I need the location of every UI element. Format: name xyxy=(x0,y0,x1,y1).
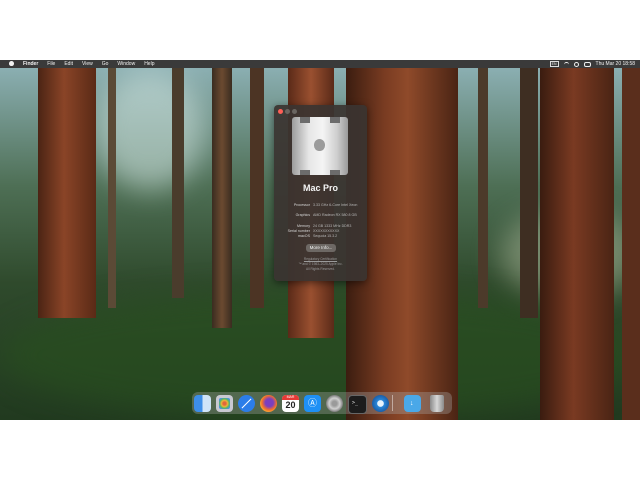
menu-view[interactable]: View xyxy=(82,61,93,67)
status-area: EN Thu Mar 20 18:58 xyxy=(545,60,635,68)
terminal-prompt: >_ xyxy=(352,400,359,406)
spec-row: Graphics AMD Radeon RX 580 8 GB xyxy=(276,213,364,217)
system-settings-icon[interactable] xyxy=(326,395,343,412)
tree-trunk xyxy=(540,68,614,420)
zoom-button[interactable] xyxy=(292,109,297,114)
calendar-icon[interactable]: MAR 20 xyxy=(282,395,299,412)
rights-text: All Rights Reserved. xyxy=(306,267,335,271)
tree-trunk xyxy=(108,68,116,308)
clock[interactable]: Thu Mar 20 18:58 xyxy=(596,61,635,67)
input-source-indicator[interactable]: EN xyxy=(549,61,559,67)
control-center-icon[interactable] xyxy=(583,61,591,67)
search-icon[interactable] xyxy=(573,61,579,67)
spec-label: Processor xyxy=(293,203,310,207)
spec-label: Memory xyxy=(297,224,310,228)
tree-trunk xyxy=(38,68,96,318)
download-arrow-icon: ↓ xyxy=(410,400,414,407)
about-this-mac-window: Mac Pro Processor 3.33 GHz 6-Core Intel … xyxy=(274,105,367,281)
app-store-glyph: Ⓐ xyxy=(308,398,318,408)
menu-help[interactable]: Help xyxy=(144,61,154,67)
close-button[interactable] xyxy=(278,109,283,114)
spec-value: 24 GB 1333 MHz DDR3 xyxy=(313,224,352,228)
spec-label: macOS xyxy=(298,234,310,238)
menu-bar: Finder File Edit View Go Window Help EN … xyxy=(0,60,640,68)
menu-go[interactable]: Go xyxy=(102,61,109,67)
apple-logo-icon xyxy=(9,60,14,66)
more-info-button[interactable]: More Info... xyxy=(306,244,336,252)
spec-row: Memory 24 GB 1333 MHz DDR3 xyxy=(276,224,364,228)
launchpad-icon[interactable] xyxy=(216,395,233,412)
foot-left xyxy=(300,170,310,175)
mac-pro-image xyxy=(292,117,348,175)
safari-icon[interactable] xyxy=(238,395,255,412)
other-app-icon[interactable] xyxy=(372,395,389,412)
wifi-icon[interactable] xyxy=(563,61,569,67)
foot-right xyxy=(330,170,340,175)
menu-edit[interactable]: Edit xyxy=(64,61,73,67)
model-name: Mac Pro xyxy=(302,183,338,193)
handle-left xyxy=(300,117,310,123)
spec-label: Serial number xyxy=(287,229,310,233)
spec-label: Graphics xyxy=(295,213,310,217)
terminal-icon[interactable]: >_ xyxy=(348,395,367,414)
apple-menu[interactable] xyxy=(9,60,14,68)
tree-trunk xyxy=(478,68,488,308)
spec-value: XXXXXXXXXXX xyxy=(313,229,340,233)
dock-divider xyxy=(392,395,393,411)
tree-trunk xyxy=(212,68,232,328)
trash-icon[interactable] xyxy=(430,395,444,412)
tree-trunk xyxy=(520,68,538,318)
desktop: Finder File Edit View Go Window Help EN … xyxy=(0,60,640,420)
spec-row: macOS Sequoia 15.3.2 xyxy=(276,234,364,238)
app-store-icon[interactable]: Ⓐ xyxy=(304,395,321,412)
spec-value: 3.33 GHz 6-Core Intel Xeon xyxy=(313,203,358,207)
tree-trunk xyxy=(172,68,184,298)
launchpad-grid xyxy=(219,398,230,409)
regulatory-link[interactable]: Regulatory Certification xyxy=(274,257,367,261)
spec-value: AMD Radeon RX 580 8 GB xyxy=(313,213,357,217)
minimize-button[interactable] xyxy=(285,109,290,114)
tree-trunk xyxy=(622,68,640,420)
finder-icon[interactable] xyxy=(194,395,211,412)
dock: MAR 20 Ⓐ >_ ↓ xyxy=(192,392,452,414)
downloads-folder-icon[interactable]: ↓ xyxy=(404,395,421,412)
spec-row: Processor 3.33 GHz 6-Core Intel Xeon xyxy=(276,203,364,207)
spec-value: Sequoia 15.3.2 xyxy=(313,234,338,238)
copyright-text: ™ and © 1983–2025 Apple Inc. xyxy=(298,262,343,266)
calendar-day: 20 xyxy=(285,400,296,410)
spec-row: Serial number XXXXXXXXXXX xyxy=(276,229,364,233)
tree-trunk xyxy=(250,68,264,308)
menu-window[interactable]: Window xyxy=(117,61,135,67)
handle-right xyxy=(330,117,340,123)
firefox-icon[interactable] xyxy=(260,395,277,412)
compass-needle xyxy=(241,398,252,409)
apple-logo-icon xyxy=(314,139,325,151)
menu-file[interactable]: File xyxy=(47,61,55,67)
menu-app-name[interactable]: Finder xyxy=(23,61,38,67)
